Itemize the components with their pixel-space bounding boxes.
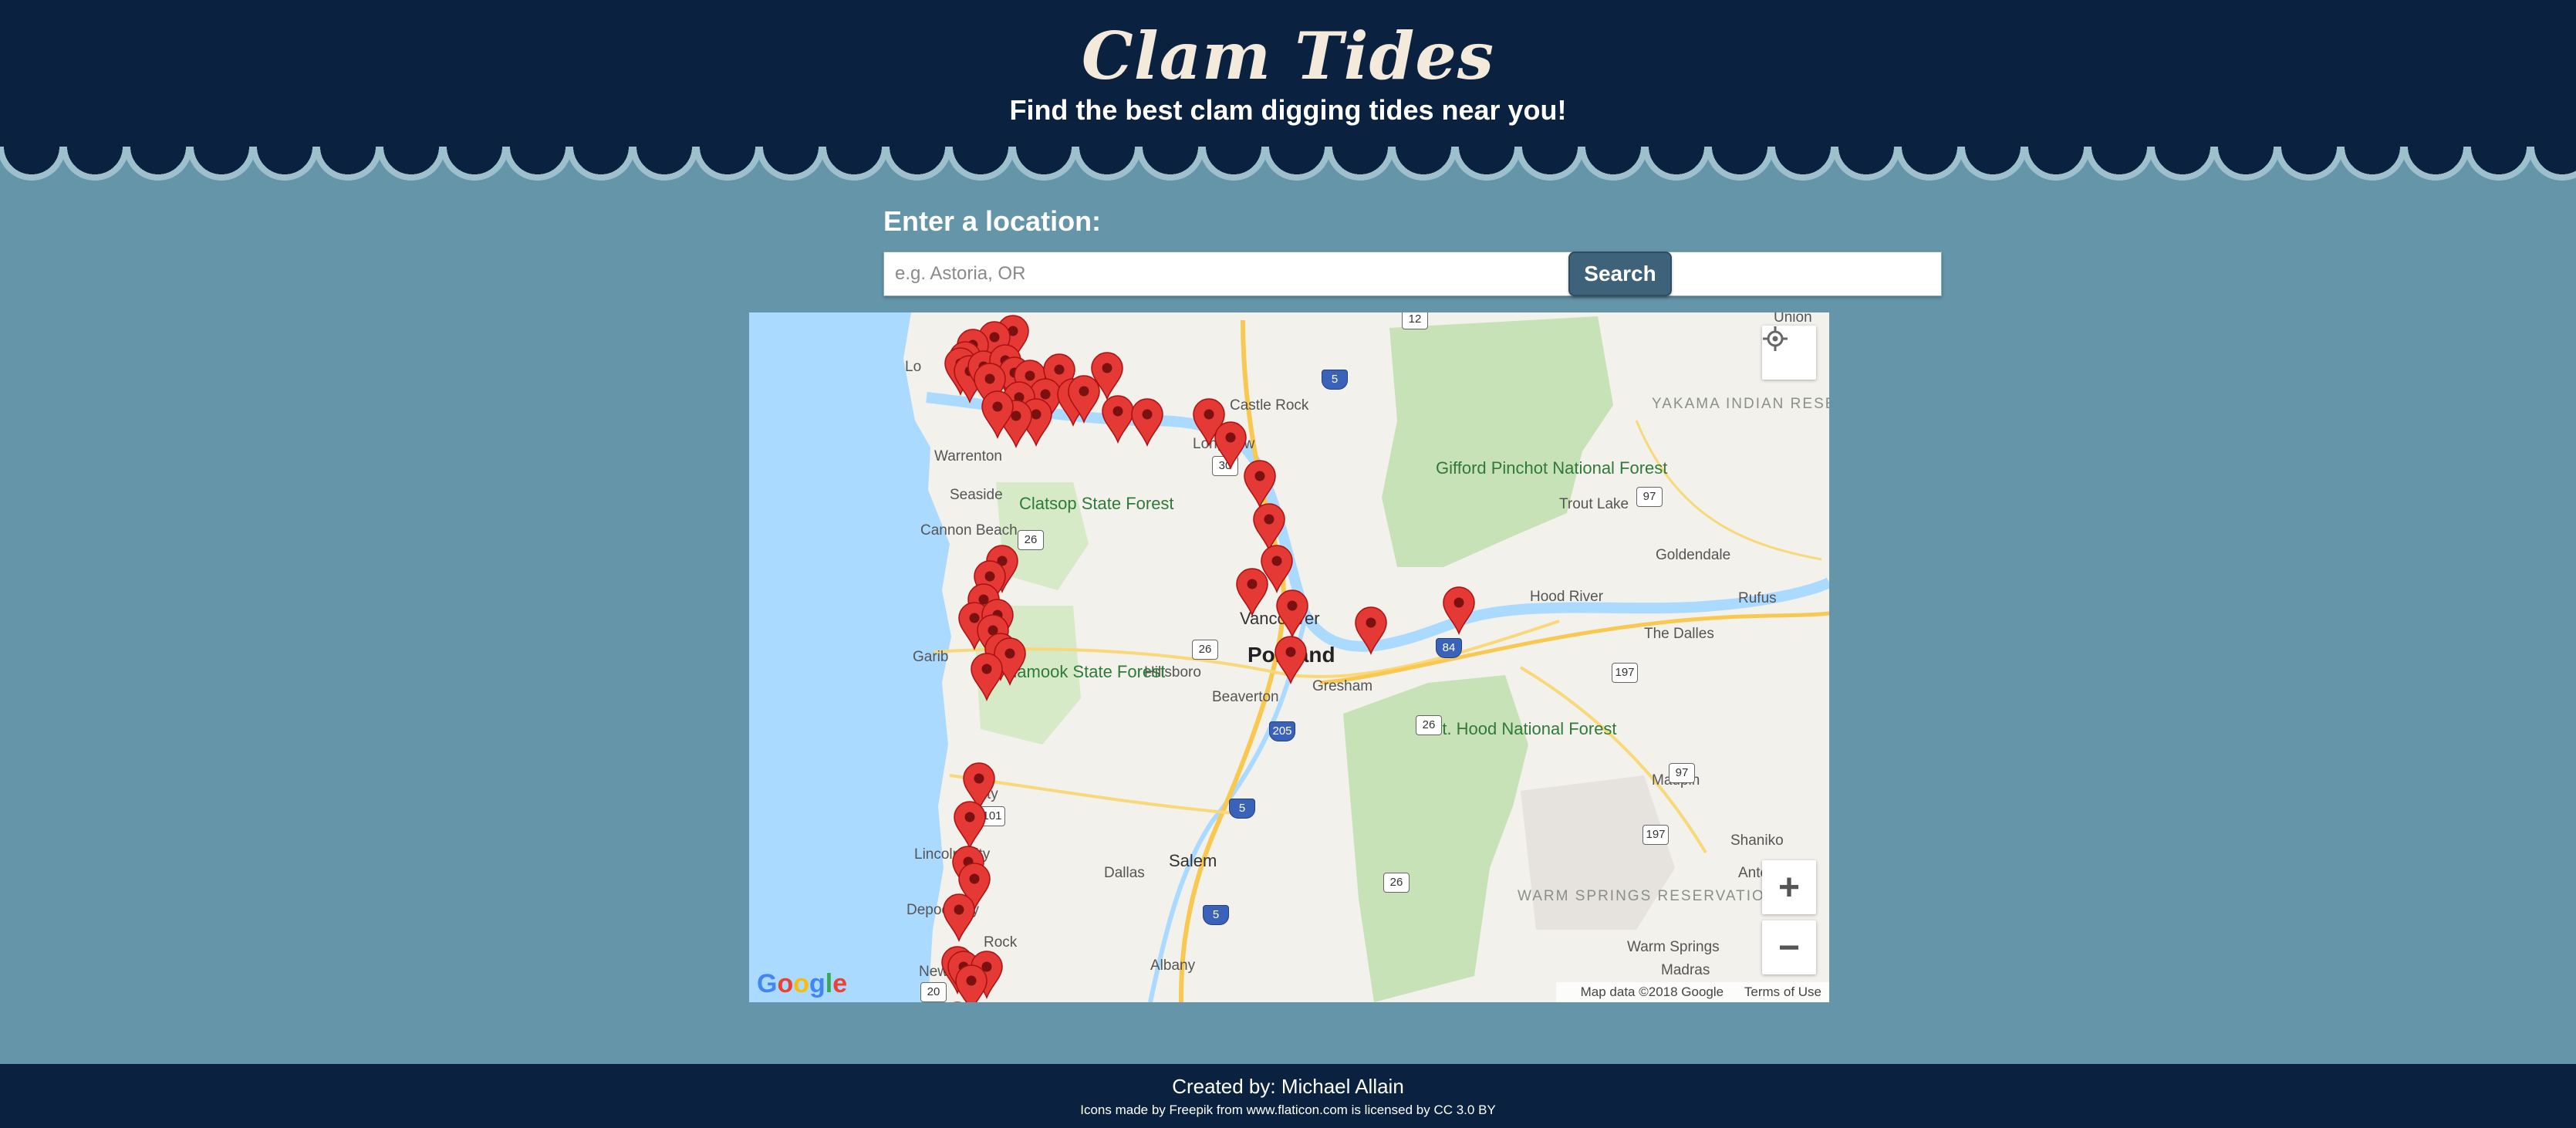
map-label-gresham: Gresham <box>1312 678 1373 694</box>
tide-station-marker[interactable] <box>954 964 988 1002</box>
map-label-warm-springs-res: WARM SPRINGS RESERVATION <box>1518 888 1778 904</box>
tide-station-marker[interactable] <box>953 800 987 850</box>
map-label-long: Lo <box>905 359 922 375</box>
locate-button[interactable] <box>1762 326 1816 380</box>
highway-shield: 26 <box>1192 640 1218 660</box>
map-label-garibaldi: Garib <box>913 649 949 665</box>
tide-station-marker[interactable] <box>1274 635 1308 685</box>
tide-station-marker[interactable] <box>1243 459 1277 509</box>
footer-credit: Created by: Michael Allain <box>1172 1075 1404 1098</box>
map-label-madras: Madras <box>1661 962 1710 978</box>
search-button[interactable]: Search <box>1568 252 1672 296</box>
map-label-hood-river: Hood River <box>1530 589 1604 605</box>
map-label-clatsop-forest: Clatsop State Forest <box>1019 494 1174 513</box>
map-label-shaniko: Shaniko <box>1730 832 1784 849</box>
map-attribution: Map data ©2018 Google Terms of Use <box>1555 982 1829 1002</box>
tide-station-marker[interactable] <box>1442 586 1476 636</box>
footer-icons-credit: Icons made by Freepik from www.flaticon.… <box>1080 1103 1496 1117</box>
tide-station-marker[interactable] <box>970 652 1004 702</box>
tide-station-marker[interactable] <box>1130 397 1164 447</box>
map-label-dallas: Dallas <box>1104 865 1145 881</box>
site-title: Clam Tides <box>1081 18 1495 94</box>
map-label-warrenton: Warrenton <box>934 448 1002 464</box>
zoom-out-button[interactable]: − <box>1762 920 1816 974</box>
map-label-rock: Rock <box>984 934 1018 951</box>
highway-shield: 197 <box>1612 663 1638 683</box>
map-label-gifford-forest: Gifford Pinchot National Forest <box>1436 458 1668 478</box>
search-label: Enter a location: <box>883 205 1102 237</box>
map-label-albany: Albany <box>1150 957 1196 974</box>
tide-station-marker[interactable] <box>940 1001 974 1002</box>
map-label-yakama: YAKAMA INDIAN RESERVATION <box>1652 396 1829 412</box>
tide-station-marker[interactable] <box>942 893 976 943</box>
highway-shield: 84 <box>1436 638 1462 658</box>
map-label-rufus: Rufus <box>1738 590 1777 606</box>
tide-station-marker[interactable] <box>1067 374 1101 424</box>
highway-shield: 12 <box>1402 312 1428 329</box>
zoom-in-button[interactable]: + <box>1762 860 1816 914</box>
tide-map[interactable]: Union Castle Rock Longview Warrenton Sea… <box>749 312 1829 1002</box>
map-label-warm-springs: Warm Springs <box>1627 939 1720 955</box>
highway-shield: 26 <box>1383 873 1410 893</box>
crosshair-icon <box>1763 326 1788 351</box>
highway-shield: 5 <box>1203 905 1229 925</box>
highway-shield: 26 <box>1416 715 1442 735</box>
highway-shield: 197 <box>1642 825 1669 845</box>
terms-of-use-link[interactable]: Terms of Use <box>1744 984 1821 999</box>
map-label-trout-lake: Trout Lake <box>1559 496 1629 512</box>
map-label-union: Union <box>1774 312 1812 326</box>
map-label-cannon-beach: Cannon Beach <box>920 522 1018 539</box>
map-label-castle-rock: Castle Rock <box>1230 397 1309 414</box>
map-data-attribution: Map data ©2018 Google <box>1580 984 1724 999</box>
highway-shield: 5 <box>1229 799 1255 819</box>
site-footer: Created by: Michael Allain Icons made by… <box>0 1064 2576 1128</box>
tide-station-marker[interactable] <box>1235 567 1269 617</box>
map-label-beaverton: Beaverton <box>1212 689 1279 705</box>
wave-divider <box>0 147 2576 190</box>
site-subtitle: Find the best clam digging tides near yo… <box>1009 94 1567 126</box>
highway-shield: 97 <box>1636 487 1663 507</box>
map-label-goldendale: Goldendale <box>1656 547 1731 563</box>
highway-shield: 97 <box>1669 763 1695 783</box>
site-header: Clam Tides Find the best clam digging ti… <box>0 0 2576 154</box>
map-label-seaside: Seaside <box>950 487 1003 503</box>
highway-shield: 5 <box>1322 370 1348 390</box>
map-label-salem: Salem <box>1169 851 1217 870</box>
highway-shield: 205 <box>1269 721 1295 741</box>
google-logo: Google <box>757 969 848 998</box>
highway-shield: 26 <box>1018 530 1044 550</box>
tide-station-marker[interactable] <box>1354 606 1388 656</box>
tide-station-marker[interactable] <box>981 390 1015 440</box>
map-label-mt-hood: Mt. Hood National Forest <box>1428 719 1617 738</box>
map-label-the-dalles: The Dalles <box>1644 626 1714 642</box>
location-input[interactable] <box>883 252 1942 296</box>
tide-station-marker[interactable] <box>1275 589 1309 639</box>
